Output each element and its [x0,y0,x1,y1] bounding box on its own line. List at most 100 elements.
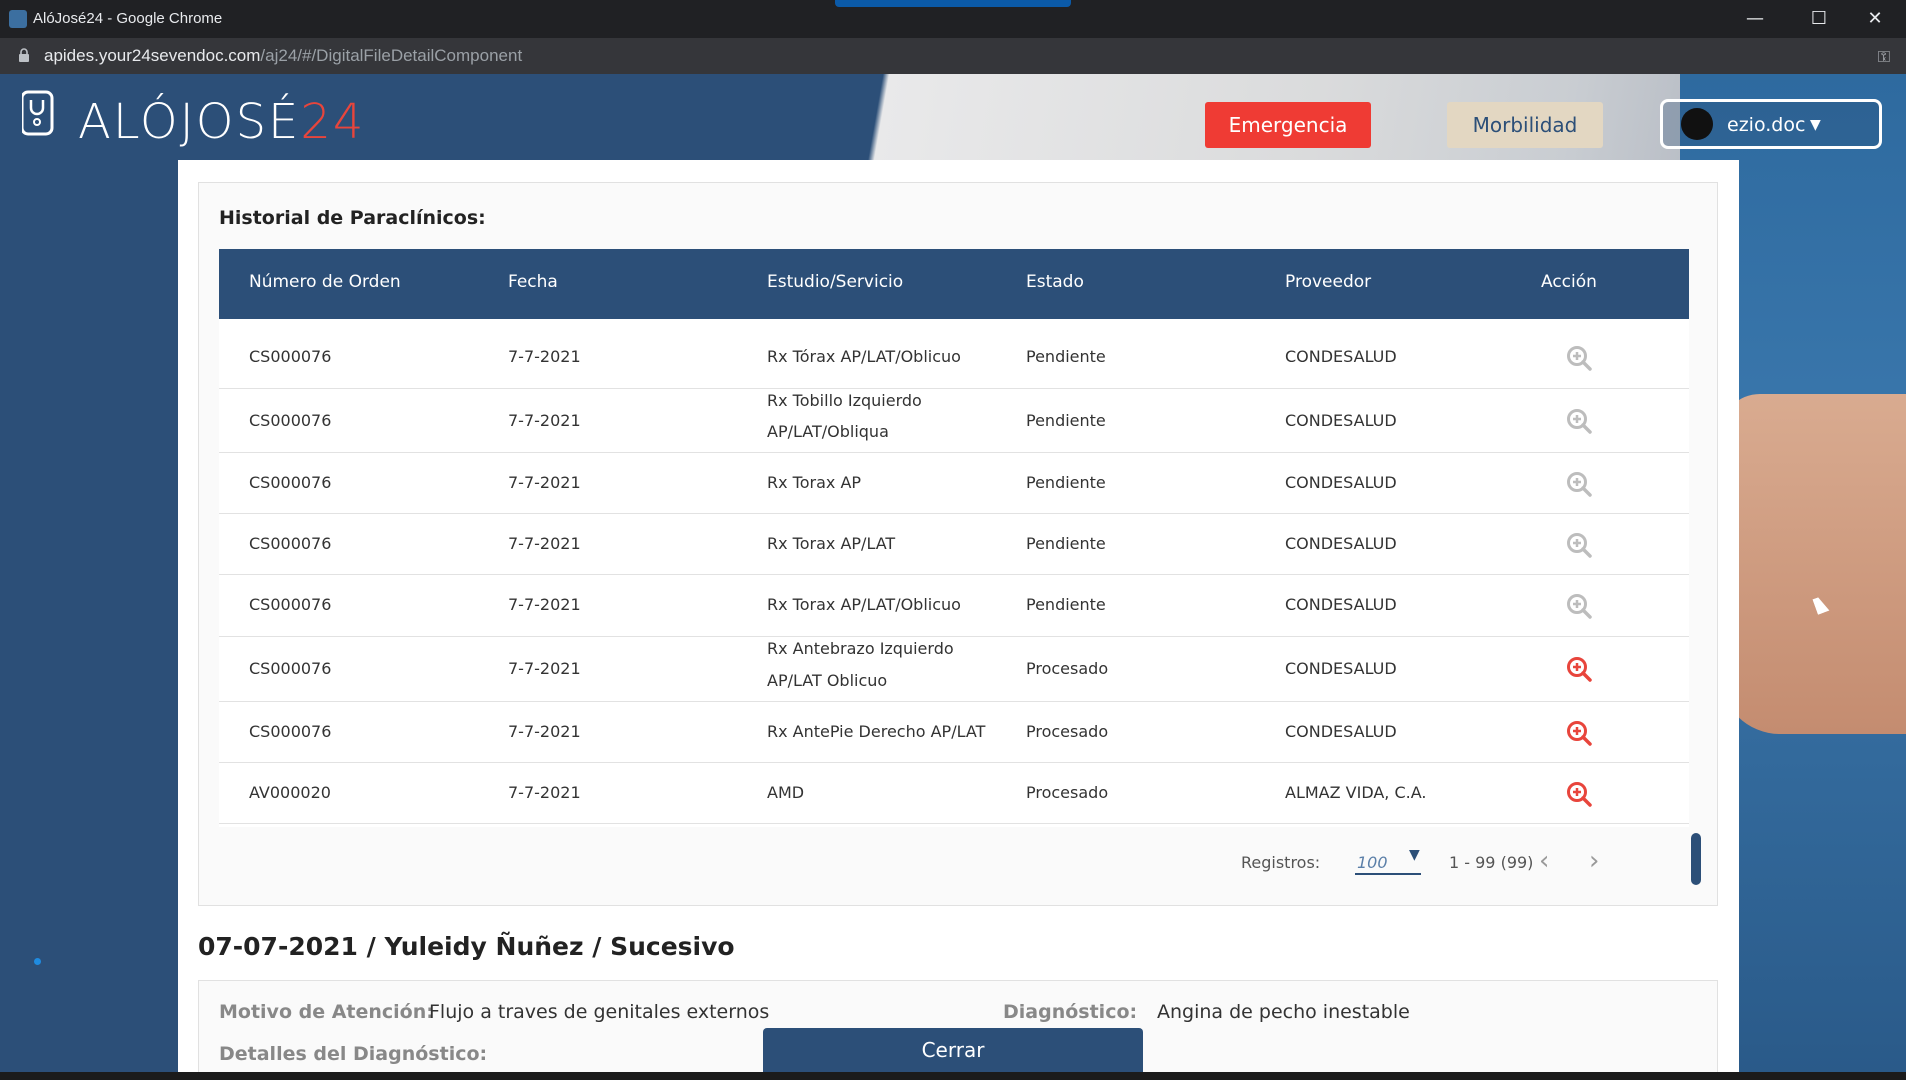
cell-orden: CS000076 [249,347,332,366]
cell-proveedor: CONDESALUD [1285,473,1397,492]
detalles-label: Detalles del Diagnóstico: [219,1043,488,1065]
table-row: CS000076 7-7-2021 Rx Torax AP Pendiente … [219,453,1689,514]
zoom-in-icon[interactable] [1565,655,1593,683]
zoom-in-icon[interactable] [1565,531,1593,559]
table-row: AV000020 7-7-2021 AMD Procesado ALMAZ VI… [219,763,1689,824]
motivo-value: Flujo a traves de genitales externos [429,1001,770,1023]
url-path: /aj24/#/DigitalFileDetailComponent [260,46,523,65]
table-header: Número de Orden Fecha Estudio/Servicio E… [219,249,1689,319]
table-row: CS000076 7-7-2021 Rx Antebrazo Izquierdo… [219,637,1689,702]
zoom-in-icon[interactable] [1565,344,1593,372]
cell-estudio: Rx Torax AP/LAT [767,534,896,553]
logo-number: 24 [300,94,366,150]
close-button[interactable]: Cerrar [763,1028,1143,1072]
cell-estudio: Rx Tórax AP/LAT/Oblicuo [767,347,961,366]
zoom-in-icon[interactable] [1565,719,1593,747]
zoom-in-icon[interactable] [1565,592,1593,620]
cell-proveedor: ALMAZ VIDA, C.A. [1285,783,1427,802]
stethoscope-logo-icon [20,90,54,136]
cell-estado: Pendiente [1026,411,1106,430]
column-header[interactable]: Número de Orden [249,272,401,292]
cell-fecha: 7-7-2021 [508,595,581,614]
caret-down-icon: ▼ [1810,117,1821,133]
cell-estudio: Rx Torax AP [767,473,862,492]
app-favicon-icon [9,10,27,28]
user-menu[interactable]: ezio.doc ▼ [1660,99,1882,149]
sidebar-indicator [34,958,41,965]
table-row: CS000076 7-7-2021 Rx Tórax AP/LAT/Oblicu… [219,327,1689,389]
close-window-button[interactable]: ✕ [1860,8,1890,29]
cell-estudio-line1: Rx Antebrazo Izquierdo [767,639,954,658]
minimize-button[interactable]: — [1740,8,1770,29]
table-row: CS000076 7-7-2021 Rx Torax AP/LAT Pendie… [219,514,1689,575]
cell-orden: AV000020 [249,783,331,802]
taskbar-strip [0,1072,1906,1080]
paraclinicos-card: Historial de Paraclínicos: Número de Ord… [198,182,1718,906]
previous-page-button[interactable]: ‹ [1539,846,1549,876]
address-bar[interactable]: apides.your24sevendoc.com/aj24/#/Digital… [0,38,1906,74]
zoom-in-icon[interactable] [1565,470,1593,498]
url-text[interactable]: apides.your24sevendoc.com/aj24/#/Digital… [44,46,522,66]
cell-fecha: 7-7-2021 [508,783,581,802]
table-body[interactable]: CS000076 7-7-2021 Rx Tórax AP/LAT/Oblicu… [219,319,1689,827]
column-header[interactable]: Estado [1026,272,1084,292]
cell-proveedor: CONDESALUD [1285,659,1397,678]
cell-fecha: 7-7-2021 [508,411,581,430]
username: ezio.doc [1727,114,1806,136]
cell-orden: CS000076 [249,595,332,614]
table-row: CS000076 7-7-2021 Rx Torax AP/LAT/Oblicu… [219,575,1689,637]
key-icon[interactable]: ⚿ [1878,47,1890,67]
cell-fecha: 7-7-2021 [508,473,581,492]
cell-proveedor: CONDESALUD [1285,534,1397,553]
next-page-button[interactable]: › [1589,846,1599,876]
app-logo[interactable]: ALÓJOSÉ24 [20,86,363,150]
cell-orden: CS000076 [249,722,332,741]
cell-estudio-line1: Rx Tobillo Izquierdo [767,391,922,410]
logo-wordmark: ALÓJOSÉ24 [78,94,365,150]
app-viewport: ALÓJOSÉ24 Emergencia Morbilidad ezio.doc… [0,74,1906,1072]
emergency-button[interactable]: Emergencia [1205,102,1371,148]
diagnostico-label: Diagnóstico: [1003,1001,1138,1023]
cell-fecha: 7-7-2021 [508,347,581,366]
cell-orden: CS000076 [249,473,332,492]
browser-titlebar: AlóJosé24 - Google Chrome — ☐ ✕ [0,0,1906,38]
dropdown-caret-icon[interactable]: ▼ [1409,847,1420,863]
table-row: CS000076 7-7-2021 Rx AntePie Derecho AP/… [219,702,1689,763]
column-header: Acción [1541,272,1597,292]
cell-estudio-line2: AP/LAT/Obliqua [767,422,889,441]
cell-orden: CS000076 [249,411,332,430]
cell-estado: Procesado [1026,722,1109,741]
cell-estado: Procesado [1026,783,1109,802]
cell-estudio: Rx Torax AP/LAT/Oblicuo [767,595,961,614]
cell-estudio-line2: AP/LAT Oblicuo [767,671,888,690]
logo-text: ALÓJOSÉ [78,94,301,150]
window-title: AlóJosé24 - Google Chrome [33,10,223,27]
zoom-in-icon[interactable] [1565,407,1593,435]
cell-proveedor: CONDESALUD [1285,347,1397,366]
avatar [1681,108,1713,140]
cell-estado: Pendiente [1026,595,1106,614]
morbilidad-button[interactable]: Morbilidad [1447,102,1603,148]
table-row: CS000076 7-7-2021 Rx Tobillo Izquierdo A… [219,389,1689,453]
column-header[interactable]: Estudio/Servicio [767,272,903,292]
cell-estudio: Rx AntePie Derecho AP/LAT [767,722,986,741]
column-header[interactable]: Fecha [508,272,558,292]
cell-proveedor: CONDESALUD [1285,411,1397,430]
paraclinicos-title: Historial de Paraclínicos: [219,207,486,229]
tab-accent [835,0,1071,7]
registros-label: Registros: [1241,853,1321,872]
cell-fecha: 7-7-2021 [508,722,581,741]
url-host: apides.your24sevendoc.com [44,46,261,65]
table-scrollbar[interactable] [1691,833,1701,885]
cell-estudio: AMD [767,783,805,802]
column-header[interactable]: Proveedor [1285,272,1371,292]
cell-estado: Procesado [1026,659,1109,678]
maximize-button[interactable]: ☐ [1804,8,1834,29]
background-arm [1720,394,1906,734]
diagnostico-value: Angina de pecho inestable [1157,1001,1410,1023]
cell-estado: Pendiente [1026,347,1106,366]
cell-orden: CS000076 [249,534,332,553]
lock-icon[interactable] [18,48,30,62]
consulta-title: 07-07-2021 / Yuleidy Ñuñez / Sucesivo [198,932,735,961]
zoom-in-icon[interactable] [1565,780,1593,808]
